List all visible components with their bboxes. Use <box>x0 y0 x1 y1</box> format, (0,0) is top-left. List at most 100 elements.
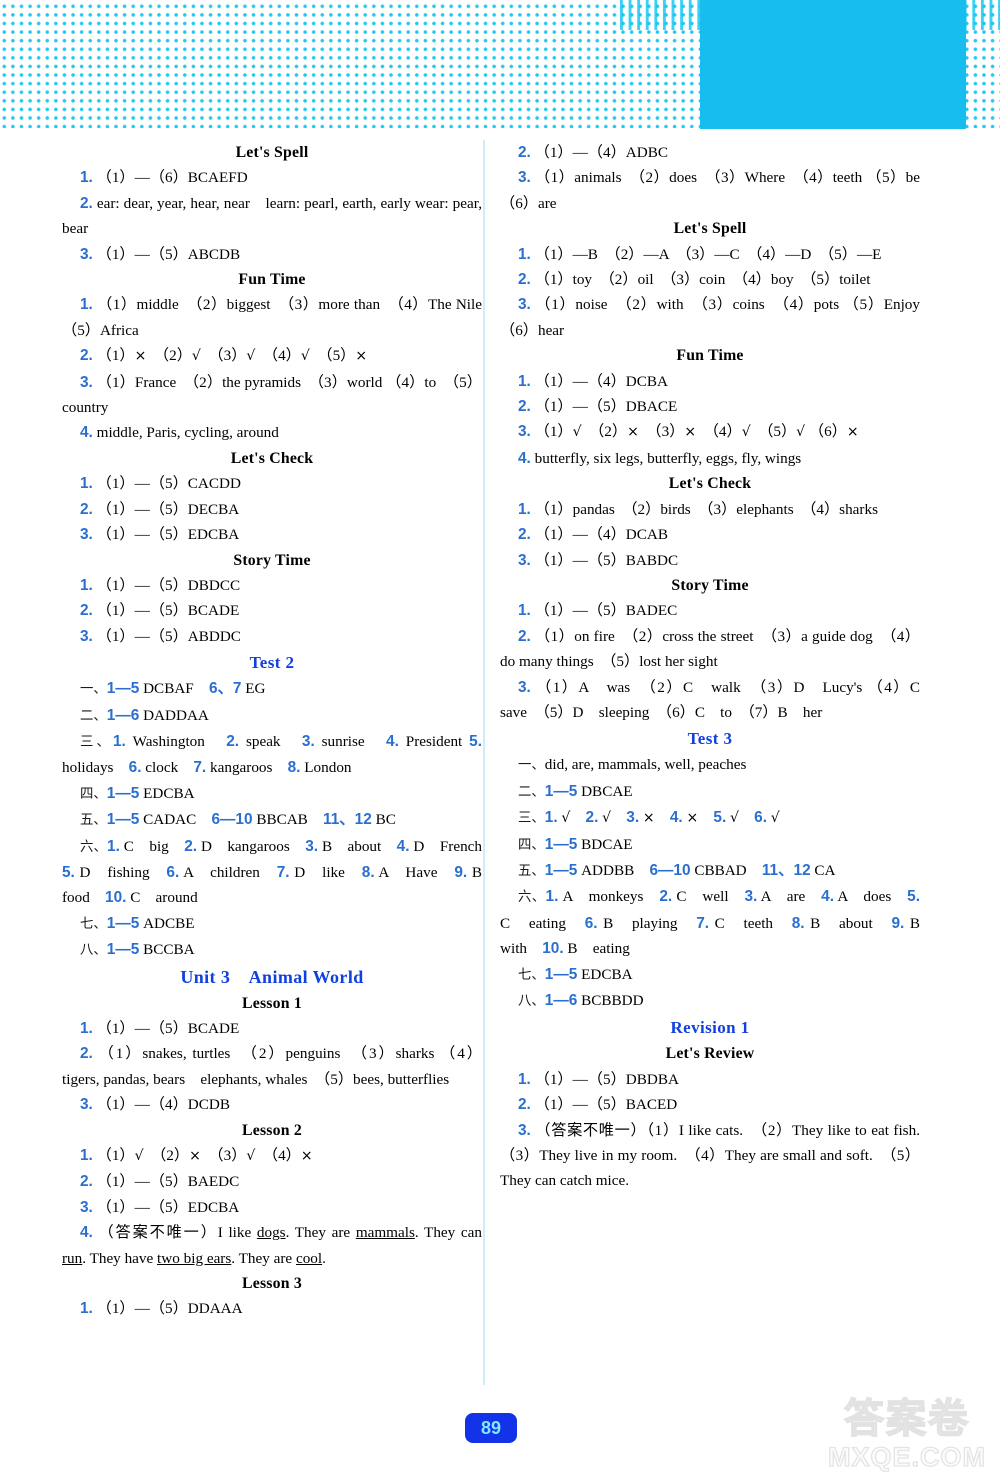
mark-glyph: √ <box>300 348 310 365</box>
answer-item: 1. （1）—（5）CACDD <box>62 471 482 496</box>
section-heading: Fun Time <box>676 347 744 365</box>
answer-text: 2. （1）× （2）√ （3）√ （4）√ （5）× <box>80 347 368 365</box>
item-number: 2. <box>80 194 93 212</box>
answer-item: 1. （1）—（5）DBDBA <box>500 1067 920 1092</box>
mark-glyph: × <box>627 424 639 441</box>
answer-item: 4. middle, Paris, cycling, around <box>62 420 482 445</box>
item-number: 4. <box>80 424 93 442</box>
answer-text: 3. （1）—（5）EDCBA <box>80 526 240 544</box>
answer-text: 1. （1）—（5）BCADE <box>80 1020 240 1037</box>
inline-number: 9. <box>891 914 905 932</box>
inline-number: 4. <box>396 837 410 855</box>
answer-text: 3. （1）—（4）DCDB <box>80 1096 230 1114</box>
mark-glyph: √ <box>561 810 571 827</box>
unit-heading: Test 2 <box>249 653 295 673</box>
answer-item: 2. （1）toy （2）oil （3）coin （4）boy （5）toile… <box>500 267 920 292</box>
answer-text: 1. （1）—（5）CACDD <box>80 475 241 493</box>
answer-item: 1. （1）—（5）BADEC <box>500 598 920 623</box>
answer-text: 3. （1）√ （2）× （3）× （4）√ （5）√ （6）× <box>518 423 859 441</box>
answer-item: 2. （1）—（4）DCAB <box>500 522 920 547</box>
answer-text: 3. （1）noise （2）with （3）coins （4）pots （5）… <box>500 296 936 339</box>
answer-item: 3. （1）A was （2）C walk （3）D Lucy's （4）C s… <box>500 675 935 726</box>
answer-text: 1. （1）—（5）DBDBA <box>518 1070 679 1088</box>
answer-item: 2. （1）× （2）√ （3）√ （4）√ （5）× <box>62 343 482 369</box>
answer-item: 1. （1）—（5）DDAAA <box>62 1296 482 1321</box>
answer-text: 2. （1）—（5）DBACE <box>518 398 678 416</box>
answer-text: 3. （1）—（5）BABDC <box>518 551 679 569</box>
answer-item: 2. （1）on fire （2）cross the street （3）a g… <box>500 624 920 675</box>
inline-number: 3. <box>305 837 319 855</box>
inline-number: 2. <box>659 888 673 906</box>
answer-item: 六、1. A monkeys 2. C well 3. A are 4. A d… <box>500 884 935 961</box>
right-column: 2. （1）—（4）ADBC 3. （1）animals （2）does （3）W… <box>500 140 935 1194</box>
answer-item: 2. ear: dear, year, hear, near learn: pe… <box>62 191 482 242</box>
answer-text: 1. （1）—（6）BCAEFD <box>80 169 248 187</box>
inline-number: 6、7 <box>208 680 242 698</box>
item-number: 3. <box>80 373 93 391</box>
answer-item: 1. （1）middle （2）biggest （3）more than （4）… <box>62 292 497 343</box>
inline-number: 11、12 <box>761 861 811 879</box>
unit-heading: Test 3 <box>687 729 733 749</box>
answer-item: 2. （1）—（4）ADBC <box>500 140 920 165</box>
answer-item: 2. （1）—（5）DECBA <box>62 497 482 522</box>
inline-number: 6. <box>584 914 598 932</box>
answer-item: 3. （1）animals （2）does （3）Where （4）teeth … <box>500 165 935 216</box>
answer-item: 4. （答案不唯一）I like dogs. They are mammals.… <box>62 1220 482 1271</box>
item-number: 1. <box>518 500 531 518</box>
inline-number: 1—5 <box>106 811 140 829</box>
chinese-ordinal: 六、 <box>518 890 546 906</box>
section-heading: Let's Check <box>668 475 752 493</box>
answer-item: 3. （1）√ （2）× （3）× （4）√ （5）√ （6）× <box>500 419 920 445</box>
item-number: 2. <box>80 1045 93 1063</box>
answer-text: 1. （1）—B （2）—A （3）—C （4）—D （5）—E <box>518 245 882 263</box>
item-number: 2. <box>518 398 531 416</box>
inline-number: 7. <box>193 759 207 777</box>
answer-item: 1. （1）pandas （2）birds （3）elephants （4）sh… <box>500 497 920 522</box>
answer-item: 八、1—6 BCBBDD <box>500 988 920 1014</box>
answer-text: 七、1—5 EDCBA <box>518 965 633 983</box>
inline-number: 3. <box>626 809 640 827</box>
underlined-answer: cool <box>295 1249 323 1267</box>
mark-glyph: × <box>300 1148 313 1165</box>
mark-glyph: × <box>134 348 147 365</box>
answer-item: 4. butterfly, six legs, butterfly, eggs,… <box>500 446 920 471</box>
mark-glyph: √ <box>770 810 780 827</box>
chinese-ordinal: 三、 <box>518 811 545 827</box>
mark-glyph: × <box>189 1148 201 1165</box>
answer-item: 一、1—5 DCBAF 6、7 EG <box>62 676 482 702</box>
chinese-ordinal: 七、 <box>518 967 545 983</box>
mark-glyph: × <box>642 810 655 827</box>
answer-item: 五、1—5 ADDBB 6—10 CBBAD 11、12 CA <box>500 858 920 884</box>
page-header: Keys <box>0 0 1000 132</box>
answer-text: 1. （1）—（5）BADEC <box>518 602 678 620</box>
answer-item: 七、1—5 ADCBE <box>62 911 482 937</box>
mark-glyph: √ <box>246 1148 256 1165</box>
item-number: 2. <box>518 627 531 645</box>
answer-text: 3. （1）France （2）the pyramids （3）world （4… <box>62 373 482 417</box>
answer-item: 3. （1）France （2）the pyramids （3）world （4… <box>62 370 482 421</box>
item-number: 2. <box>518 144 531 161</box>
mark-glyph: × <box>686 810 699 827</box>
answer-item: 3. （1）—（5）EDCBA <box>62 522 482 547</box>
answer-key-body: Let's Spell 1. （1）—（6）BCAEFD 2. ear: dear,… <box>0 140 1000 1390</box>
answer-text: 三、1. Washington 2. speak 3. sunrise 4. P… <box>62 732 482 777</box>
answer-item: 三、1. √ 2. √ 3. × 4. × 5. √ 6. √ <box>500 805 920 831</box>
answer-item: 1. （1）—（4）DCBA <box>500 369 920 394</box>
answer-text: 4. （答案不唯一）I like dogs. They are mammals.… <box>62 1224 482 1267</box>
section-heading: Lesson 1 <box>242 994 302 1012</box>
answer-text: 3. （1）animals （2）does （3）Where （4）teeth … <box>500 169 936 212</box>
inline-number: 3. <box>301 732 315 750</box>
inline-number: 4. <box>669 809 683 827</box>
answer-item: 1. （1）—（5）BCADE <box>62 1016 482 1041</box>
section-heading: Let's Spell <box>235 144 309 161</box>
answer-text: 1. （1）√ （2）× （3）√ （4）× <box>80 1147 313 1165</box>
left-column: Let's Spell 1. （1）—（6）BCAEFD 2. ear: dear,… <box>62 140 497 1322</box>
answer-text: 1. （1）pandas （2）birds （3）elephants （4）sh… <box>518 500 878 518</box>
answer-text: 三、1. √ 2. √ 3. × 4. × 5. √ 6. √ <box>518 809 780 826</box>
answer-item: 1. （1）—（6）BCAEFD <box>62 165 482 190</box>
answer-text: 3. （答案不唯一）（1）I like cats. （2）They like t… <box>500 1121 936 1190</box>
answer-text: 四、1—5 BDCAE <box>518 835 633 853</box>
answer-text: 2. （1）—（5）BACED <box>518 1096 678 1114</box>
answer-text: 八、1—5 BCCBA <box>80 941 195 959</box>
page-number-badge: 89 <box>465 1413 517 1443</box>
